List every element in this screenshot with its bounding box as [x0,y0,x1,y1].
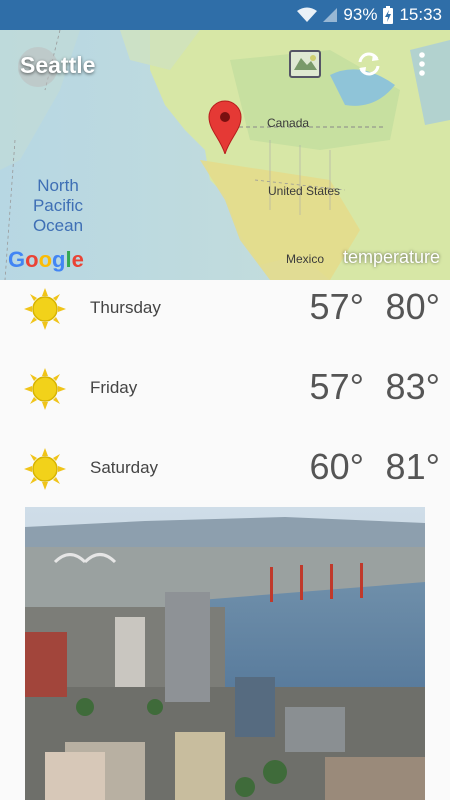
map-layer-label[interactable]: temperature [343,247,440,268]
map-label-us: United States [268,184,341,198]
forecast-high: 81° [385,446,440,487]
sun-icon [24,368,66,415]
more-vert-icon[interactable] [418,50,426,83]
refresh-icon[interactable] [355,50,383,83]
map-label-mexico: Mexico [286,252,325,266]
forecast-low: 60° [309,446,364,487]
map-label-canada: Canada [267,116,310,130]
city-title[interactable]: Seattle [20,52,95,79]
forecast-day: Friday [90,378,138,397]
google-logo: Google [8,247,84,272]
forecast-low: 57° [309,366,364,407]
clock-time: 15:33 [399,5,442,24]
forecast-day: Saturday [90,458,159,477]
forecast-day: Thursday [90,298,161,317]
city-skyline-image [25,507,425,800]
forecast-list: Thursday 57° 80° Friday 57° 83° Saturday… [0,280,450,520]
weather-map[interactable]: Seattle Canada United States Mexico Nort… [0,30,450,280]
map-layers-icon[interactable] [289,50,321,83]
signal-icon [323,7,338,23]
forecast-high: 80° [385,286,440,327]
location-pin-icon[interactable] [208,100,242,159]
forecast-row[interactable]: Friday 57° 83° [0,360,450,440]
battery-text: 93% [343,5,378,24]
sun-icon [24,448,66,495]
forecast-high: 83° [385,366,440,407]
wifi-icon [297,7,318,23]
sun-icon [24,288,66,335]
map-label-ocean: North Pacific Ocean [32,176,84,235]
city-photo[interactable] [25,507,425,800]
status-bar: 93% 15:33 [0,0,450,30]
forecast-low: 57° [309,286,364,327]
battery-charging-icon [383,6,394,24]
forecast-row[interactable]: Thursday 57° 80° [0,280,450,360]
